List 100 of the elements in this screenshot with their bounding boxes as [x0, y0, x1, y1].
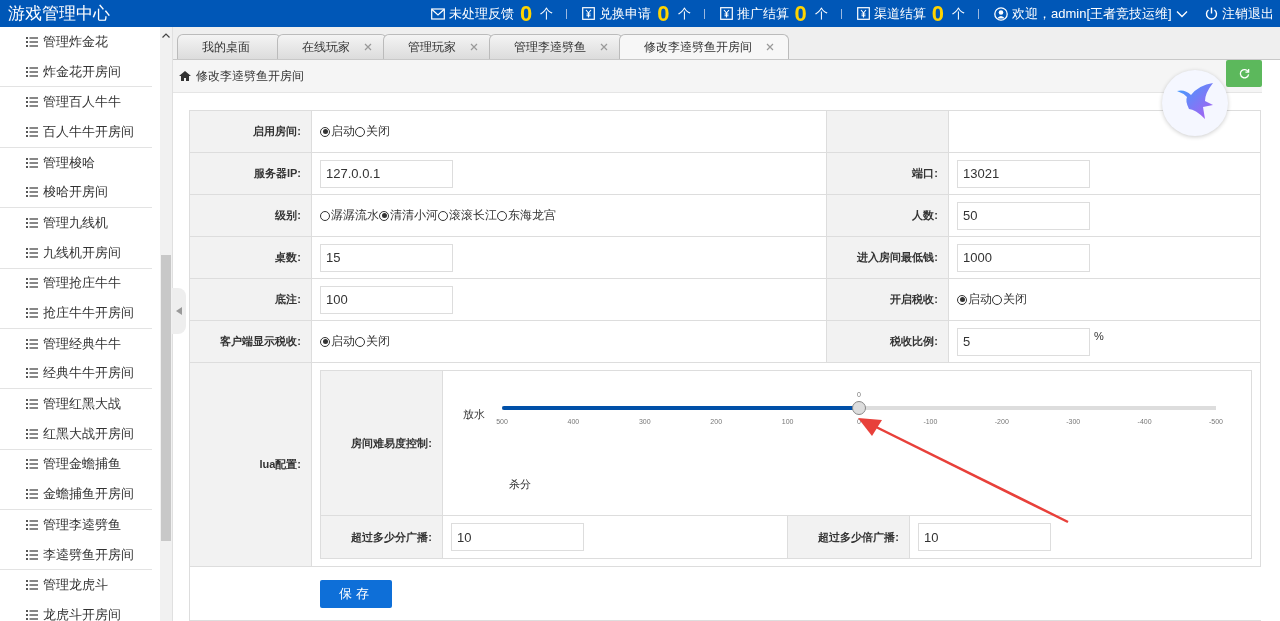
list-icon	[26, 66, 38, 77]
field-label: 超过多少分广播:	[321, 516, 443, 559]
text-field[interactable]: 5	[957, 327, 1090, 356]
close-icon[interactable]	[470, 43, 478, 51]
text-field[interactable]: 100	[320, 285, 453, 314]
user-icon	[994, 6, 1008, 21]
list-icon	[26, 519, 38, 530]
scrollbar-thumb[interactable]	[161, 255, 171, 541]
refresh-icon	[1238, 68, 1250, 79]
list-icon	[26, 247, 38, 258]
field-label: 人数:	[827, 195, 949, 237]
sidebar-collapse-handle[interactable]	[172, 288, 186, 334]
sidebar-item[interactable]: 九线机开房间	[0, 237, 152, 268]
percent-sign: %	[1094, 330, 1104, 342]
radio-option[interactable]: 关闭	[992, 291, 1027, 308]
text-field[interactable]: 13021	[957, 159, 1090, 188]
radio-option[interactable]: 关闭	[355, 333, 390, 350]
radio-option[interactable]: 启动	[320, 123, 355, 140]
logout-link[interactable]: 注销退出	[1204, 4, 1274, 23]
breadcrumb: 修改李逵劈鱼开房间	[196, 67, 304, 85]
radio-option[interactable]: 滚滚长江	[438, 207, 497, 224]
list-icon	[26, 97, 38, 108]
notice-link[interactable]: 渠道结算 0 个	[856, 3, 965, 24]
list-icon	[26, 217, 38, 228]
triangle-left-icon	[176, 307, 182, 315]
sidebar-item[interactable]: 管理抢庄牛牛	[0, 268, 152, 299]
text-field[interactable]: 10	[451, 523, 584, 551]
tab[interactable]: 在线玩家	[277, 34, 387, 59]
envelope-icon	[431, 7, 445, 20]
field-label: 进入房间最低钱:	[827, 237, 949, 279]
sidebar-item[interactable]: 管理百人牛牛	[0, 87, 152, 118]
sidebar-item[interactable]: 炸金花开房间	[0, 56, 152, 87]
close-icon[interactable]	[600, 43, 608, 51]
sidebar-item[interactable]: 百人牛牛开房间	[0, 117, 152, 147]
radio-option[interactable]: 潺潺流水	[320, 207, 379, 224]
home-icon	[179, 71, 191, 81]
user-menu[interactable]: 欢迎，admin[王者竞技运维]	[994, 4, 1188, 23]
list-icon	[26, 278, 38, 289]
sidebar-item[interactable]: 管理红黑大战	[0, 389, 152, 419]
radio-option[interactable]: 东海龙宫	[497, 207, 556, 224]
list-icon	[26, 157, 38, 168]
text-field[interactable]: 15	[320, 243, 453, 272]
list-icon	[26, 489, 38, 500]
sidebar-item[interactable]: 龙虎斗开房间	[0, 600, 152, 621]
sidebar-item[interactable]: 管理九线机	[0, 208, 152, 238]
list-icon	[26, 338, 38, 349]
field-label: 开启税收:	[827, 279, 949, 321]
list-icon	[26, 368, 38, 379]
field-label: 房间难易度控制:	[321, 371, 443, 516]
sidebar-item[interactable]: 管理经典牛牛	[0, 328, 152, 359]
list-icon	[26, 459, 38, 470]
slider-max-label: 杀分	[509, 477, 532, 492]
close-icon[interactable]	[364, 43, 372, 51]
radio-option[interactable]: 关闭	[355, 123, 390, 140]
tab[interactable]: 修改李逵劈鱼开房间	[619, 34, 789, 59]
field-label: lua配置:	[190, 363, 312, 567]
power-icon	[1204, 7, 1218, 20]
text-field[interactable]: 127.0.0.1	[320, 159, 453, 188]
sidebar-item[interactable]: 经典牛牛开房间	[0, 358, 152, 389]
radio-option[interactable]: 启动	[320, 333, 355, 350]
list-icon	[26, 126, 38, 137]
sidebar-item[interactable]: 梭哈开房间	[0, 177, 152, 208]
save-button[interactable]: 保存	[320, 579, 392, 608]
yen-box-icon	[582, 7, 596, 20]
notice-link[interactable]: 兑换申请 0 个	[582, 3, 691, 24]
sidebar-item[interactable]: 李逵劈鱼开房间	[0, 539, 152, 570]
slider-thumb[interactable]	[852, 401, 866, 415]
field-label: 启用房间:	[190, 111, 312, 153]
app-title: 游戏管理中心	[7, 3, 111, 25]
list-icon	[26, 399, 38, 410]
notice-link[interactable]: 未处理反馈 0 个	[431, 3, 554, 24]
text-field[interactable]: 10	[918, 523, 1051, 551]
field-label: 桌数:	[190, 237, 312, 279]
field-label: 服务器IP:	[190, 153, 312, 195]
field-label: 客户端显示税收:	[190, 321, 312, 363]
sidebar-item[interactable]: 管理梭哈	[0, 147, 152, 178]
sidebar-item[interactable]: 管理李逵劈鱼	[0, 510, 152, 540]
sidebar-item[interactable]: 管理龙虎斗	[0, 570, 152, 601]
field-label: 超过多少倍广播:	[788, 516, 910, 559]
scrollbar[interactable]	[160, 27, 172, 621]
sidebar-item[interactable]: 金蟾捕鱼开房间	[0, 479, 152, 509]
field-label: 税收比例:	[827, 321, 949, 363]
sidebar-item[interactable]: 抢庄牛牛开房间	[0, 298, 152, 328]
list-icon	[26, 609, 38, 620]
text-field[interactable]: 50	[957, 201, 1090, 230]
text-field[interactable]: 1000	[957, 243, 1090, 272]
list-icon	[26, 308, 38, 319]
yen-box-icon	[719, 7, 733, 20]
chevron-down-icon	[1175, 9, 1188, 18]
notice-link[interactable]: 推广结算 0 个	[719, 3, 828, 24]
refresh-button[interactable]	[1226, 60, 1262, 87]
radio-option[interactable]: 启动	[957, 291, 992, 308]
sidebar-item[interactable]: 管理金蟾捕鱼	[0, 449, 152, 480]
field-label: 端口:	[827, 153, 949, 195]
close-icon[interactable]	[766, 43, 774, 51]
sidebar-item[interactable]: 管理炸金花	[0, 27, 152, 57]
sidebar-item[interactable]: 红黑大战开房间	[0, 418, 152, 449]
radio-option[interactable]: 清清小河	[379, 207, 438, 224]
list-icon	[26, 580, 38, 591]
field-label: 底注:	[190, 279, 312, 321]
